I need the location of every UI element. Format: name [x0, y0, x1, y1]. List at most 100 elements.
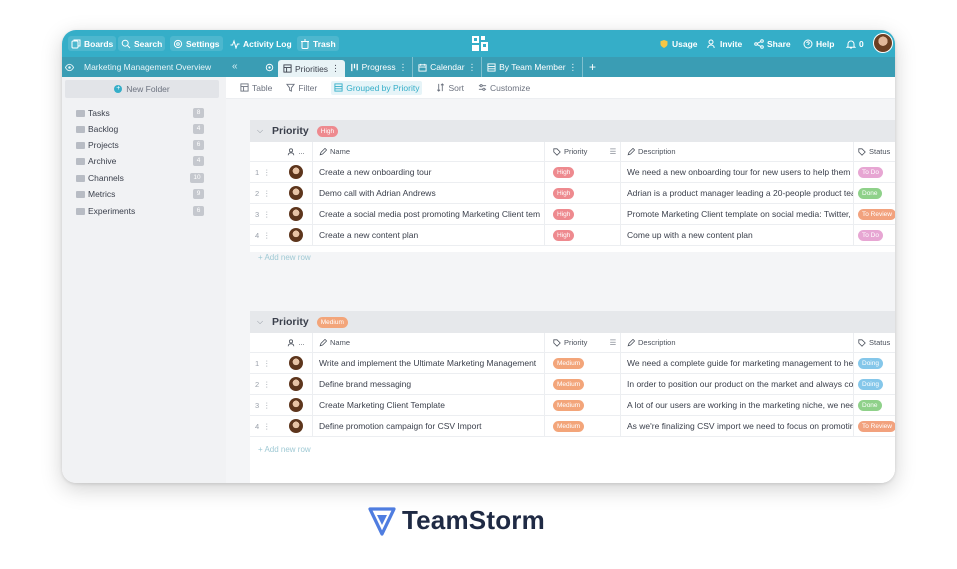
priority-badge[interactable]: Medium — [553, 357, 585, 369]
status-badge[interactable]: To Review — [858, 208, 895, 220]
task-name[interactable]: Demo call with Adrian Andrews — [312, 183, 540, 203]
description-column-header[interactable]: Description — [620, 333, 853, 352]
table-row[interactable]: 3 ⋮ Create Marketing Client Template Medi… — [250, 395, 895, 416]
status-badge[interactable]: Done — [858, 187, 882, 199]
status-badge[interactable]: Done — [858, 399, 882, 411]
task-description[interactable]: Adrian is a product manager leading a 20… — [620, 183, 853, 203]
workspace-title[interactable]: Marketing Management Overview — [62, 57, 226, 77]
task-name[interactable]: Write and implement the Ultimate Marketi… — [312, 353, 540, 373]
table-row[interactable]: 3 ⋮ Create a social media post promoting … — [250, 204, 895, 225]
table-row[interactable]: 1 ⋮ Create a new onboarding tour High We … — [250, 162, 895, 183]
user-avatar[interactable] — [873, 33, 893, 53]
filter-button[interactable]: Filter — [286, 83, 317, 93]
help-button[interactable]: Help — [803, 36, 834, 51]
description-column-header[interactable]: Description — [620, 142, 853, 161]
chevron-down-icon[interactable]: ⌵ — [257, 126, 264, 136]
task-description[interactable]: As we're finalizing CSV import we need t… — [620, 416, 853, 436]
priority-badge[interactable]: High — [553, 166, 575, 178]
task-name[interactable]: Create a social media post promoting Mar… — [312, 204, 540, 224]
group-by-button[interactable]: Grouped by Priority — [331, 80, 423, 95]
avatar[interactable] — [289, 228, 303, 242]
add-row-button[interactable]: + Add new row — [258, 253, 311, 262]
tab-priorities[interactable]: Priorities ⋮ — [278, 60, 345, 77]
avatar[interactable] — [289, 207, 303, 221]
notifications-button[interactable]: 0 — [846, 36, 864, 51]
settings-button[interactable]: Settings — [170, 36, 223, 51]
task-name[interactable]: Create a new content plan — [312, 225, 540, 245]
table-row[interactable]: 2 ⋮ Demo call with Adrian Andrews High Ad… — [250, 183, 895, 204]
assignee-column-header[interactable]: ... — [282, 142, 310, 161]
task-name[interactable]: Define promotion campaign for CSV Import — [312, 416, 540, 436]
avatar[interactable] — [289, 356, 303, 370]
tab-by-team-member[interactable]: By Team Member ⋮ — [482, 57, 584, 77]
table-row[interactable]: 4 ⋮ Define promotion campaign for CSV Imp… — [250, 416, 895, 437]
share-button[interactable]: Share — [754, 36, 791, 51]
avatar[interactable] — [289, 377, 303, 391]
table-row[interactable]: 4 ⋮ Create a new content plan High Come u… — [250, 225, 895, 246]
sort-button[interactable]: Sort — [436, 83, 464, 93]
task-description[interactable]: We need a complete guide for marketing m… — [620, 353, 853, 373]
task-name[interactable]: Create Marketing Client Template — [312, 395, 540, 415]
customize-button[interactable]: Customize — [478, 83, 530, 93]
menu-icon[interactable]: ☰ — [606, 142, 620, 161]
status-column-header[interactable]: Status — [853, 333, 895, 352]
drag-handle-icon[interactable]: ⋮ — [263, 380, 271, 389]
priority-badge[interactable]: Medium — [553, 399, 585, 411]
sidebar-item-backlog[interactable]: Backlog 4 — [76, 122, 204, 136]
status-badge[interactable]: To Review — [858, 420, 895, 432]
priority-column-header[interactable]: Priority — [544, 142, 606, 161]
drag-handle-icon[interactable]: ⋮ — [263, 359, 271, 368]
drag-handle-icon[interactable]: ⋮ — [263, 168, 271, 177]
status-badge[interactable]: To Do — [858, 229, 883, 241]
avatar[interactable] — [289, 398, 303, 412]
task-description[interactable]: Come up with a new content plan — [620, 225, 853, 245]
status-badge[interactable]: Doing — [858, 357, 883, 369]
group-header[interactable]: ⌵ Priority Medium — [250, 311, 895, 333]
trash-button[interactable]: Trash — [297, 36, 339, 51]
avatar[interactable] — [289, 186, 303, 200]
task-name[interactable]: Create a new onboarding tour — [312, 162, 540, 182]
drag-handle-icon[interactable]: ⋮ — [263, 401, 271, 410]
usage-button[interactable]: Usage — [659, 36, 698, 51]
status-column-header[interactable]: Status — [853, 142, 895, 161]
status-badge[interactable]: To Do — [858, 166, 883, 178]
priority-badge[interactable]: Medium — [553, 420, 585, 432]
task-description[interactable]: We need a new onboarding tour for new us… — [620, 162, 853, 182]
chevron-down-icon[interactable]: ⌵ — [257, 317, 264, 327]
activity-log-button[interactable]: Activity Log — [230, 36, 292, 51]
add-row-button[interactable]: + Add new row — [258, 445, 311, 454]
sidebar-item-channels[interactable]: Channels 10 — [76, 171, 204, 185]
table-view-button[interactable]: Table — [240, 83, 272, 93]
sidebar-item-experiments[interactable]: Experiments 6 — [76, 204, 204, 218]
tab-calendar[interactable]: Calendar ⋮ — [413, 57, 483, 77]
drag-handle-icon[interactable]: ⋮ — [263, 422, 271, 431]
task-description[interactable]: Promote Marketing Client template on soc… — [620, 204, 853, 224]
menu-icon[interactable]: ☰ — [606, 333, 620, 352]
priority-badge[interactable]: High — [553, 208, 575, 220]
task-description[interactable]: In order to position our product on the … — [620, 374, 853, 394]
sidebar-item-projects[interactable]: Projects 6 — [76, 138, 204, 152]
assignee-column-header[interactable]: ... — [282, 333, 310, 352]
priority-column-header[interactable]: Priority — [544, 333, 606, 352]
tab-settings[interactable] — [261, 57, 278, 77]
boards-button[interactable]: Boards — [68, 36, 117, 51]
table-row[interactable]: 1 ⋮ Write and implement the Ultimate Mark… — [250, 353, 895, 374]
drag-handle-icon[interactable]: ⋮ — [263, 210, 271, 219]
task-description[interactable]: A lot of our users are working in the ma… — [620, 395, 853, 415]
task-name[interactable]: Define brand messaging — [312, 374, 540, 394]
invite-button[interactable]: Invite — [707, 36, 742, 51]
tab-progress[interactable]: Progress ⋮ — [345, 57, 414, 77]
drag-handle-icon[interactable]: ⋮ — [263, 231, 271, 240]
table-row[interactable]: 2 ⋮ Define brand messaging Medium In orde… — [250, 374, 895, 395]
avatar[interactable] — [289, 165, 303, 179]
priority-badge[interactable]: High — [553, 187, 575, 199]
name-column-header[interactable]: Name — [312, 333, 540, 352]
priority-badge[interactable]: High — [553, 229, 575, 241]
add-tab-button[interactable]: + — [583, 57, 602, 77]
name-column-header[interactable]: Name — [312, 142, 540, 161]
sidebar-item-metrics[interactable]: Metrics 9 — [76, 187, 204, 201]
search-button[interactable]: Search — [118, 36, 166, 51]
new-folder-button[interactable]: + New Folder — [65, 80, 219, 98]
status-badge[interactable]: Doing — [858, 378, 883, 390]
avatar[interactable] — [289, 419, 303, 433]
